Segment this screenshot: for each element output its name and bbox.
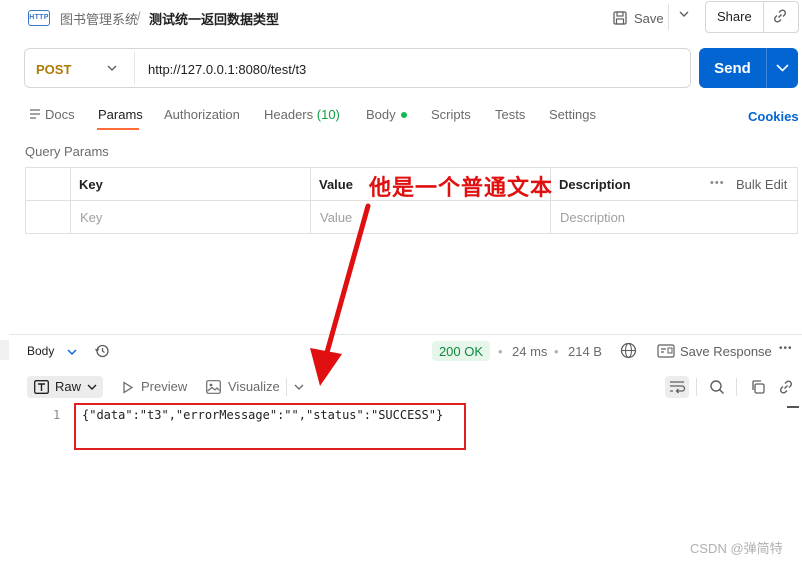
link-icon[interactable] (778, 379, 794, 395)
bulk-edit-button[interactable]: Bulk Edit (736, 177, 787, 192)
history-icon[interactable] (94, 343, 110, 359)
copy-icon[interactable] (750, 379, 766, 395)
chevron-down-icon (679, 11, 689, 17)
separator-dot: • (554, 344, 559, 359)
breadcrumb-collection[interactable]: 图书管理系统 (60, 9, 138, 28)
tab-headers-label: Headers (264, 107, 314, 122)
save-icon (613, 11, 627, 25)
http-request-icon: HTTP (28, 10, 50, 26)
tab-docs[interactable]: Docs (45, 107, 75, 122)
breadcrumb-request-name[interactable]: 测试统一返回数据类型 (149, 9, 279, 28)
separator-dot: • (498, 344, 503, 359)
param-key-input[interactable]: Key (80, 210, 102, 225)
response-body-selector[interactable]: Body (27, 344, 54, 358)
save-response-icon (657, 344, 675, 358)
search-icon[interactable] (709, 379, 725, 395)
copy-link-icon[interactable] (772, 8, 788, 24)
tab-authorization[interactable]: Authorization (164, 107, 240, 122)
status-badge[interactable]: 200 OK (432, 341, 490, 361)
divider (134, 52, 135, 84)
chevron-down-icon (86, 381, 98, 393)
annotation-highlight-box (74, 403, 466, 450)
chevron-down-icon[interactable] (66, 346, 78, 358)
send-button[interactable]: Send (699, 48, 766, 88)
breadcrumb-separator: / (137, 9, 141, 24)
tab-body[interactable]: Body (366, 107, 396, 122)
send-options-button[interactable] (767, 48, 798, 88)
sidebar-edge (0, 340, 9, 360)
divider (286, 378, 287, 396)
globe-icon[interactable] (620, 342, 637, 359)
wrap-icon (670, 381, 686, 394)
save-options-button[interactable] (678, 8, 690, 20)
chevron-down-icon (776, 64, 789, 72)
scrollbar[interactable] (787, 406, 799, 408)
divider (763, 2, 764, 32)
tab-tests[interactable]: Tests (495, 107, 525, 122)
save-label: Save (634, 10, 664, 26)
headers-count-badge: (10) (316, 107, 340, 122)
save-button[interactable]: Save (612, 7, 664, 29)
chevron-down-icon[interactable] (106, 62, 118, 74)
active-tab-indicator (97, 128, 139, 130)
save-response-button[interactable]: Save Response (680, 344, 772, 359)
tab-settings[interactable]: Settings (549, 107, 596, 122)
annotation-arrow (310, 203, 371, 386)
divider (668, 4, 669, 30)
tab-params[interactable]: Params (98, 107, 143, 122)
divider (736, 378, 737, 396)
visualize-button[interactable]: Visualize (228, 379, 280, 394)
method-selector[interactable]: POST (36, 62, 71, 77)
pane-divider[interactable] (9, 334, 802, 335)
tab-scripts[interactable]: Scripts (431, 107, 471, 122)
more-options-icon[interactable]: ••• (710, 177, 725, 189)
param-description-input[interactable]: Description (560, 210, 625, 225)
watermark: CSDN @弹简特 (690, 541, 783, 556)
image-icon (206, 380, 221, 394)
divider (696, 378, 697, 396)
column-header-key: Key (79, 177, 103, 192)
body-indicator-dot (401, 112, 407, 118)
line-number: 1 (53, 408, 61, 422)
tab-headers[interactable]: Headers (10) (264, 107, 340, 122)
query-params-title: Query Params (25, 144, 109, 159)
response-time[interactable]: 24 ms (512, 344, 547, 359)
url-input[interactable]: http://127.0.0.1:8080/test/t3 (148, 62, 306, 77)
preview-button[interactable]: Preview (141, 379, 187, 394)
column-header-value: Value (319, 177, 353, 192)
response-size[interactable]: 214 B (568, 344, 602, 359)
wrap-lines-button[interactable] (665, 376, 689, 398)
cookies-link[interactable]: Cookies (748, 109, 799, 124)
share-button[interactable]: Share (717, 9, 752, 24)
raw-text-icon (34, 380, 49, 394)
view-mode-label: Raw (55, 379, 82, 394)
url-bar (24, 48, 691, 88)
play-icon (122, 381, 134, 394)
docs-icon (29, 108, 41, 120)
annotation-text: 他是一个普通文本 (369, 175, 554, 200)
more-options-icon[interactable]: ••• (779, 343, 793, 354)
column-header-description: Description (559, 177, 631, 192)
